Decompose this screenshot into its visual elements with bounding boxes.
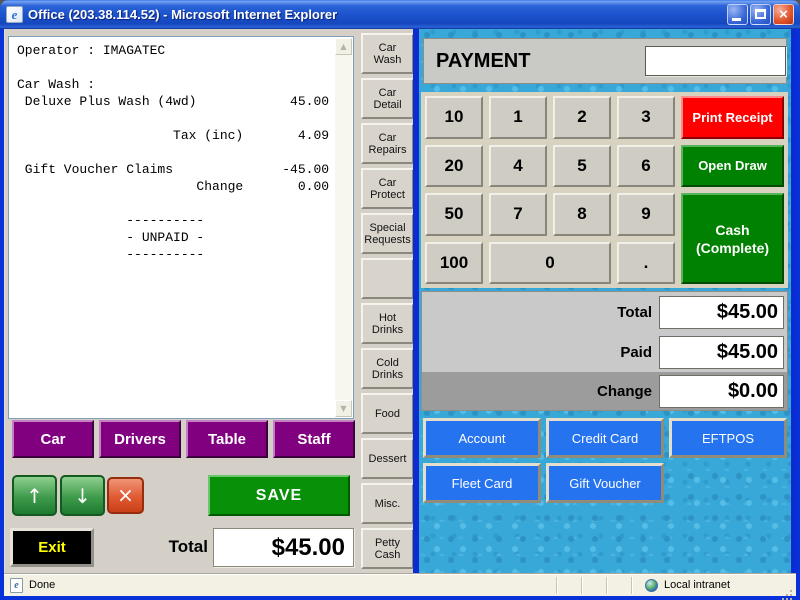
security-zone-text: Local intranet (664, 579, 730, 591)
key-7[interactable]: 7 (489, 193, 547, 236)
receipt-display[interactable]: Operator : IMAGATEC Car Wash : Deluxe Pl… (8, 36, 354, 419)
fleet-card-button[interactable]: Fleet Card (423, 463, 541, 503)
save-button[interactable]: SAVE (208, 475, 350, 516)
eftpos-button[interactable]: EFTPOS (669, 418, 787, 458)
tab-cold-drinks[interactable]: Cold Drinks (361, 348, 414, 389)
credit-card-button[interactable]: Credit Card (546, 418, 664, 458)
titlebar: e Office (203.38.114.52) - Microsoft Int… (0, 0, 800, 29)
key-10[interactable]: 10 (425, 96, 483, 139)
staff-button[interactable]: Staff (273, 420, 355, 458)
maximize-icon (755, 9, 766, 19)
tab-car-protect[interactable]: Car Protect (361, 168, 414, 209)
receipt-text: Operator : IMAGATEC Car Wash : Deluxe Pl… (9, 37, 353, 263)
tab-blank[interactable] (361, 258, 414, 299)
close-icon: × (774, 5, 793, 24)
page-icon: e (10, 578, 23, 593)
tab-misc[interactable]: Misc. (361, 483, 414, 524)
change-row: Change $0.00 (422, 372, 787, 410)
tab-petty-cash[interactable]: Petty Cash (361, 528, 414, 569)
change-label: Change (597, 383, 652, 400)
up-arrow-icon: ↑ (26, 484, 43, 508)
gift-voucher-button[interactable]: Gift Voucher (546, 463, 664, 503)
browser-window: e Office (203.38.114.52) - Microsoft Int… (0, 0, 800, 600)
paid-label: Paid (620, 344, 652, 361)
statusbar-divider (556, 577, 558, 594)
tab-car-wash[interactable]: Car Wash (361, 33, 414, 74)
key-2[interactable]: 2 (553, 96, 611, 139)
delete-x-icon: × (117, 483, 134, 507)
keypad: 10 1 2 3 Print Receipt 20 4 5 6 Open Dra… (421, 92, 788, 288)
key-1[interactable]: 1 (489, 96, 547, 139)
paid-field: $45.00 (659, 336, 784, 369)
scroll-down-icon[interactable]: ▼ (335, 400, 352, 417)
payment-methods-row-1: Account Credit Card EFTPOS (423, 418, 787, 458)
statusbar-divider (581, 577, 583, 594)
tab-food[interactable]: Food (361, 393, 414, 434)
footer-total-label: Total (100, 537, 208, 557)
category-row: Car Drivers Table Staff (12, 420, 355, 458)
key-6[interactable]: 6 (617, 145, 675, 188)
payment-header: PAYMENT (423, 38, 787, 84)
key-4[interactable]: 4 (489, 145, 547, 188)
receipt-scrollbar[interactable]: ▲ ▼ (335, 38, 352, 417)
statusbar-divider (631, 577, 633, 594)
statusbar-divider (606, 577, 608, 594)
footer-total-field: $45.00 (213, 528, 354, 567)
key-decimal[interactable]: . (617, 242, 675, 285)
print-receipt-button[interactable]: Print Receipt (681, 96, 784, 139)
key-0[interactable]: 0 (489, 242, 611, 285)
window-title: Office (203.38.114.52) - Microsoft Inter… (28, 7, 727, 22)
key-50[interactable]: 50 (425, 193, 483, 236)
ie-icon: e (6, 6, 23, 23)
tab-special-requests[interactable]: Special Requests (361, 213, 414, 254)
page-content: Operator : IMAGATEC Car Wash : Deluxe Pl… (4, 29, 796, 573)
tab-strip: Car Wash Car Detail Car Repairs Car Prot… (361, 33, 414, 569)
key-9[interactable]: 9 (617, 193, 675, 236)
drivers-button[interactable]: Drivers (99, 420, 181, 458)
tab-hot-drinks[interactable]: Hot Drinks (361, 303, 414, 344)
change-field: $0.00 (659, 375, 784, 408)
tab-car-detail[interactable]: Car Detail (361, 78, 414, 119)
key-5[interactable]: 5 (553, 145, 611, 188)
table-button[interactable]: Table (186, 420, 268, 458)
close-button[interactable]: × (773, 4, 794, 25)
minimize-button[interactable] (727, 4, 748, 25)
totals-panel: Total $45.00 Paid $45.00 Change $0.00 (421, 291, 788, 411)
payment-panel: PAYMENT 10 1 2 3 Print Receipt 20 4 5 6 … (413, 29, 796, 573)
open-draw-button[interactable]: Open Draw (681, 145, 784, 188)
status-bar: e Done Local intranet (4, 573, 796, 596)
account-button[interactable]: Account (423, 418, 541, 458)
exit-button[interactable]: Exit (10, 528, 94, 567)
tab-car-repairs[interactable]: Car Repairs (361, 123, 414, 164)
up-arrow-button[interactable]: ↑ (12, 475, 57, 516)
key-3[interactable]: 3 (617, 96, 675, 139)
maximize-button[interactable] (750, 4, 771, 25)
total-label: Total (617, 304, 652, 321)
paid-row: Paid $45.00 (422, 332, 787, 372)
car-button[interactable]: Car (12, 420, 94, 458)
resize-grip[interactable] (790, 590, 792, 592)
down-arrow-button[interactable]: ↓ (60, 475, 105, 516)
minimize-icon (732, 18, 741, 21)
tab-dessert[interactable]: Dessert (361, 438, 414, 479)
status-text: Done (29, 579, 55, 591)
key-100[interactable]: 100 (425, 242, 483, 285)
key-8[interactable]: 8 (553, 193, 611, 236)
total-row: Total $45.00 (422, 292, 787, 332)
scroll-up-icon[interactable]: ▲ (335, 38, 352, 55)
down-arrow-icon: ↓ (74, 484, 91, 508)
key-20[interactable]: 20 (425, 145, 483, 188)
payment-title: PAYMENT (436, 50, 530, 73)
payment-methods-row-2: Fleet Card Gift Voucher (423, 463, 664, 503)
delete-button[interactable]: × (107, 477, 144, 514)
cash-complete-button[interactable]: Cash (Complete) (681, 193, 784, 284)
payment-entry-input[interactable] (645, 46, 786, 76)
local-intranet-icon (645, 579, 658, 592)
total-field: $45.00 (659, 296, 784, 329)
